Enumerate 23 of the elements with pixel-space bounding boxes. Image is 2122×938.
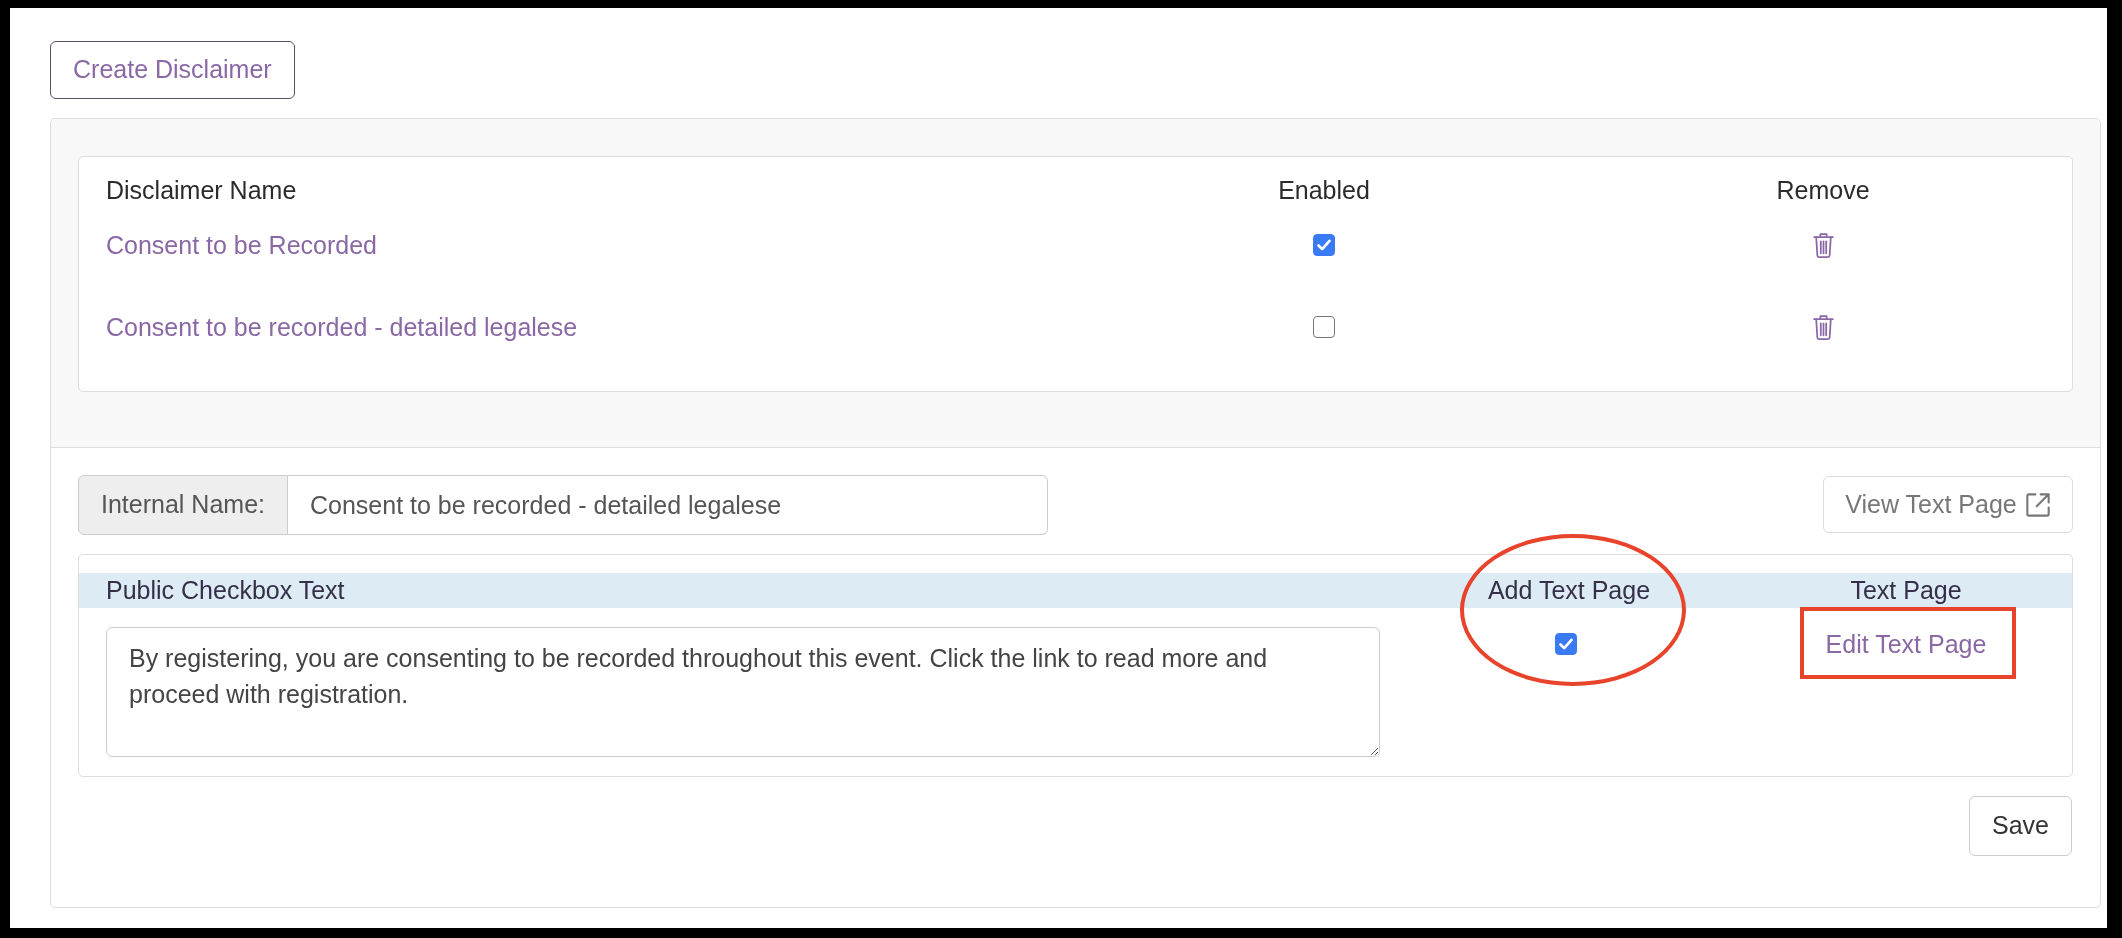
internal-name-field[interactable]: Consent to be recorded - detailed legalese xyxy=(288,475,1048,535)
column-header: Public Checkbox Text xyxy=(106,578,345,603)
trash-icon[interactable] xyxy=(1812,232,1834,258)
save-button[interactable]: Save xyxy=(1969,796,2072,856)
internal-name-label: Internal Name: xyxy=(78,475,288,535)
enabled-checkbox[interactable] xyxy=(1313,316,1335,338)
create-disclaimer-button[interactable]: Create Disclaimer xyxy=(50,41,295,99)
column-header: Disclaimer Name xyxy=(106,177,297,203)
external-link-icon xyxy=(2024,491,2051,518)
disclaimer-link[interactable]: Consent to be Recorded xyxy=(106,232,377,258)
column-header: Remove xyxy=(1776,177,1870,203)
public-checkbox-text-field[interactable]: By registering, you are consenting to be recorded throughout this event. Click the link to read more and proceed with registration. xyxy=(106,627,1380,757)
enabled-checkbox[interactable] xyxy=(1313,234,1335,256)
checkmark-icon xyxy=(1558,638,1573,650)
disclaimer-link[interactable]: Consent to be recorded - detailed legalese xyxy=(106,314,578,340)
column-header: Enabled xyxy=(1278,177,1370,203)
column-header: Text Page xyxy=(1850,578,1962,603)
view-text-page-button[interactable]: View Text Page xyxy=(1823,476,2073,533)
add-text-page-checkbox[interactable] xyxy=(1554,633,1577,655)
edit-text-page-link[interactable]: Edit Text Page xyxy=(1825,630,1987,659)
trash-icon[interactable] xyxy=(1812,314,1834,340)
column-header: Add Text Page xyxy=(1487,578,1651,603)
checkmark-icon xyxy=(1317,239,1331,251)
